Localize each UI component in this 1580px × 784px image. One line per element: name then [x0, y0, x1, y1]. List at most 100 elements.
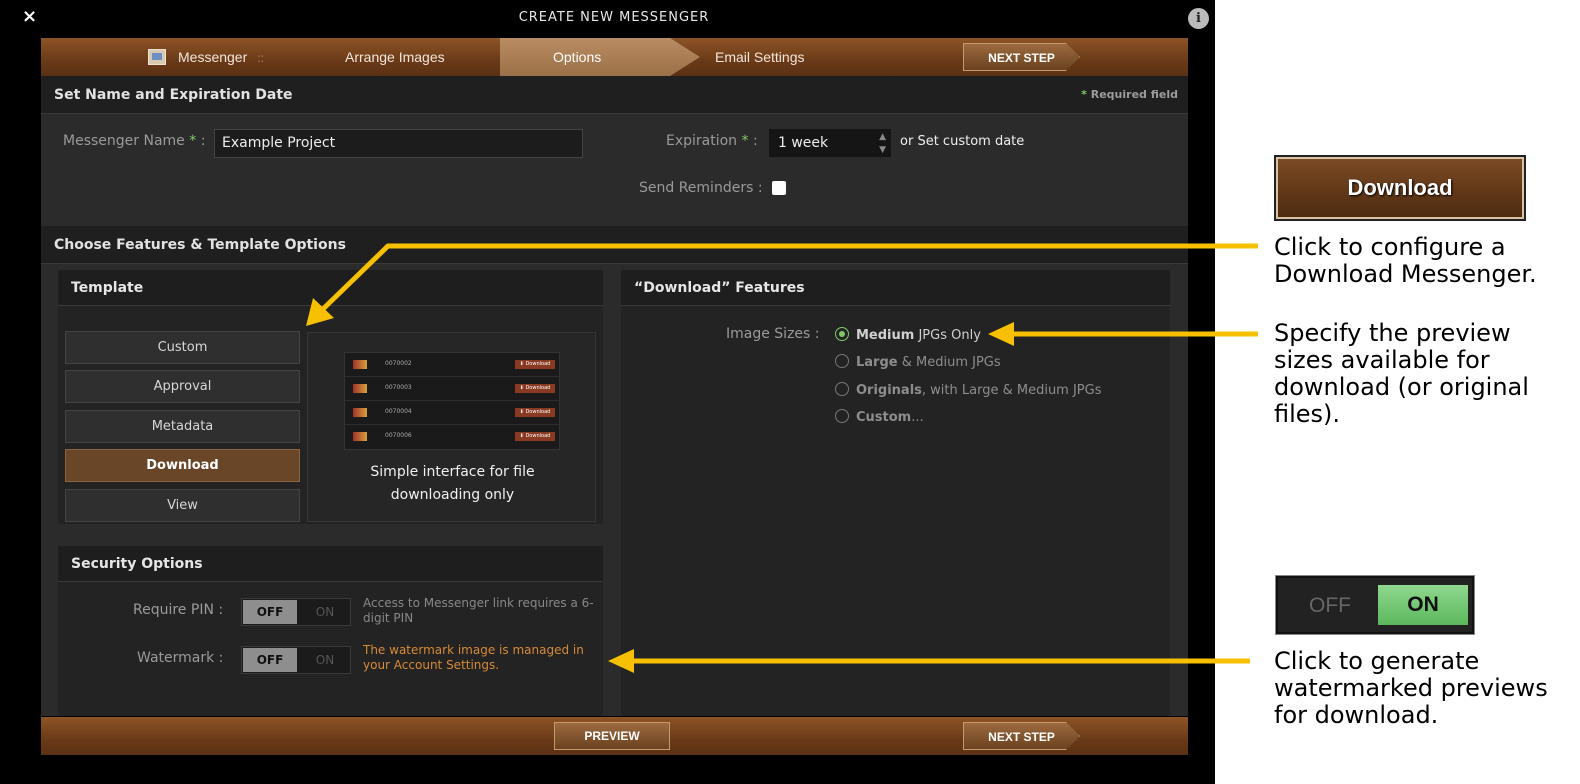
expiration-select[interactable]: 1 week ▲ ▼	[769, 129, 891, 157]
messenger-icon	[148, 49, 166, 65]
size-option-rest: , with Large & Medium JPGs	[921, 383, 1102, 398]
next-step-button-bottom[interactable]: NEXT STEP	[963, 722, 1080, 750]
size-option-bold: Medium	[856, 328, 915, 343]
thumb-image	[353, 360, 367, 369]
thumb-id: 0070006	[385, 432, 412, 439]
radio-selected-icon	[835, 327, 849, 341]
thumb-image	[353, 432, 367, 441]
require-pin-label: Require PIN :	[133, 602, 224, 618]
name-section-title: Set Name and Expiration Date	[54, 87, 293, 103]
template-download-button[interactable]: Download	[65, 449, 300, 482]
toggle-off-label: OFF	[243, 648, 297, 672]
required-asterisk: *	[741, 133, 749, 149]
size-option-medium[interactable]: Medium JPGs Only	[835, 327, 981, 343]
toggle-off-label: OFF	[243, 600, 297, 624]
annotation-line: Click to configure a	[1274, 233, 1506, 261]
thumb-id: 0070004	[385, 408, 412, 415]
thumb-row: 0070002 ⬇ Download	[345, 353, 561, 377]
size-option-rest: JPGs Only	[914, 328, 981, 343]
required-asterisk: *	[189, 133, 197, 149]
set-custom-date-link[interactable]: Set custom date	[917, 134, 1024, 149]
required-note-text: Required field	[1090, 88, 1178, 101]
tab-arrange-images[interactable]: Arrange Images	[345, 38, 445, 76]
size-option-rest: ...	[911, 410, 924, 425]
require-pin-note: Access to Messenger link requires a 6-di…	[363, 596, 594, 625]
thumb-row: 0070003 ⬇ Download	[345, 377, 561, 401]
size-option-custom[interactable]: Custom...	[835, 409, 924, 425]
required-asterisk: *	[1081, 88, 1087, 101]
image-sizes-label: Image Sizes :	[726, 326, 820, 342]
wizard-nav: Messenger:: Arrange Images Options Email…	[41, 38, 1188, 76]
label-colon: :	[752, 133, 758, 149]
template-metadata-button[interactable]: Metadata	[65, 410, 300, 443]
tab-options[interactable]: Options	[553, 38, 601, 76]
require-pin-toggle[interactable]: OFF ON	[241, 598, 351, 626]
template-preview-caption: Simple interface for file downloading on…	[308, 461, 597, 507]
radio-icon	[835, 354, 849, 368]
security-header: Security Options	[58, 546, 603, 582]
watermark-toggle[interactable]: OFF ON	[241, 646, 351, 674]
info-icon[interactable]: i	[1188, 8, 1209, 29]
thumb-id: 0070003	[385, 384, 412, 391]
expiration-label-text: Expiration	[666, 133, 738, 149]
label-colon: :	[200, 133, 206, 149]
modal-title: CREATE NEW MESSENGER	[518, 10, 710, 25]
custom-date-row: or Set custom date	[900, 134, 1024, 149]
annotation-toggle: OFF ON	[1276, 576, 1474, 634]
thumb-image	[353, 384, 367, 393]
size-option-large[interactable]: Large & Medium JPGs	[835, 354, 1001, 370]
thumb-id: 0070002	[385, 360, 412, 367]
watermark-label: Watermark :	[137, 650, 224, 666]
features-section-header: Choose Features & Template Options	[41, 226, 1188, 264]
tab-messenger[interactable]: Messenger::	[178, 38, 264, 76]
template-approval-button[interactable]: Approval	[65, 370, 300, 403]
create-messenger-modal: × CREATE NEW MESSENGER i Messenger:: Arr…	[0, 0, 1215, 784]
expiration-label: Expiration * :	[666, 133, 758, 149]
screenshot-root: × CREATE NEW MESSENGER i Messenger:: Arr…	[0, 0, 1580, 784]
annotation-download-button: Download	[1276, 157, 1524, 219]
thumb-image	[353, 408, 367, 417]
template-custom-button[interactable]: Custom	[65, 331, 300, 364]
send-reminders-checkbox[interactable]	[772, 181, 786, 195]
annotation-line: download (or original	[1274, 373, 1529, 401]
annotation-line: Specify the preview	[1274, 319, 1511, 347]
send-reminders-label: Send Reminders :	[639, 180, 763, 196]
or-text: or	[900, 134, 914, 149]
annotation-line: Download Messenger.	[1274, 260, 1537, 288]
tab-email-settings[interactable]: Email Settings	[715, 38, 804, 76]
size-option-bold: Custom	[856, 410, 912, 425]
size-option-originals[interactable]: Originals, with Large & Medium JPGs	[835, 382, 1102, 398]
watermark-note[interactable]: The watermark image is managed in your A…	[363, 643, 608, 673]
caption-line: downloading only	[390, 487, 515, 503]
annotation-line: Click to generate	[1274, 647, 1480, 675]
annotation-watermark-text: Click to generate watermarked previews f…	[1274, 648, 1548, 729]
options-panel: Set Name and Expiration Date * Required …	[41, 76, 1188, 716]
toggle-on-label: ON	[315, 605, 335, 619]
select-arrows-icon: ▲ ▼	[879, 132, 886, 155]
template-view-button[interactable]: View	[65, 489, 300, 522]
toggle-on-label: ON	[315, 653, 335, 667]
annotation-line: watermarked previews	[1274, 674, 1548, 702]
download-features-header: “Download” Features	[621, 270, 1170, 306]
annotation-toggle-on: ON	[1378, 585, 1468, 625]
name-section-header: Set Name and Expiration Date * Required …	[41, 76, 1188, 114]
annotation-line: for download.	[1274, 701, 1439, 729]
tab-separator: ::	[257, 51, 264, 65]
annotation-toggle-off: OFF	[1309, 594, 1351, 617]
radio-icon	[835, 409, 849, 423]
thumb-row: 0070004 ⬇ Download	[345, 401, 561, 425]
tab-messenger-label: Messenger	[178, 49, 248, 65]
expiration-value: 1 week	[778, 135, 829, 151]
next-step-button-top[interactable]: NEXT STEP	[963, 43, 1080, 71]
messenger-name-label: Messenger Name * :	[63, 133, 205, 149]
thumb-download: ⬇ Download	[515, 384, 555, 393]
annotation-line: files).	[1274, 400, 1341, 428]
radio-icon	[835, 382, 849, 396]
annotation-line: sizes available for	[1274, 346, 1490, 374]
preview-button[interactable]: PREVIEW	[554, 722, 670, 750]
thumb-download: ⬇ Download	[515, 408, 555, 417]
annotation-sizes-text: Specify the preview sizes available for …	[1274, 320, 1529, 428]
size-option-bold: Originals	[856, 383, 922, 398]
messenger-name-input[interactable]: Example Project	[214, 129, 583, 158]
required-note: * Required field	[1081, 76, 1178, 114]
